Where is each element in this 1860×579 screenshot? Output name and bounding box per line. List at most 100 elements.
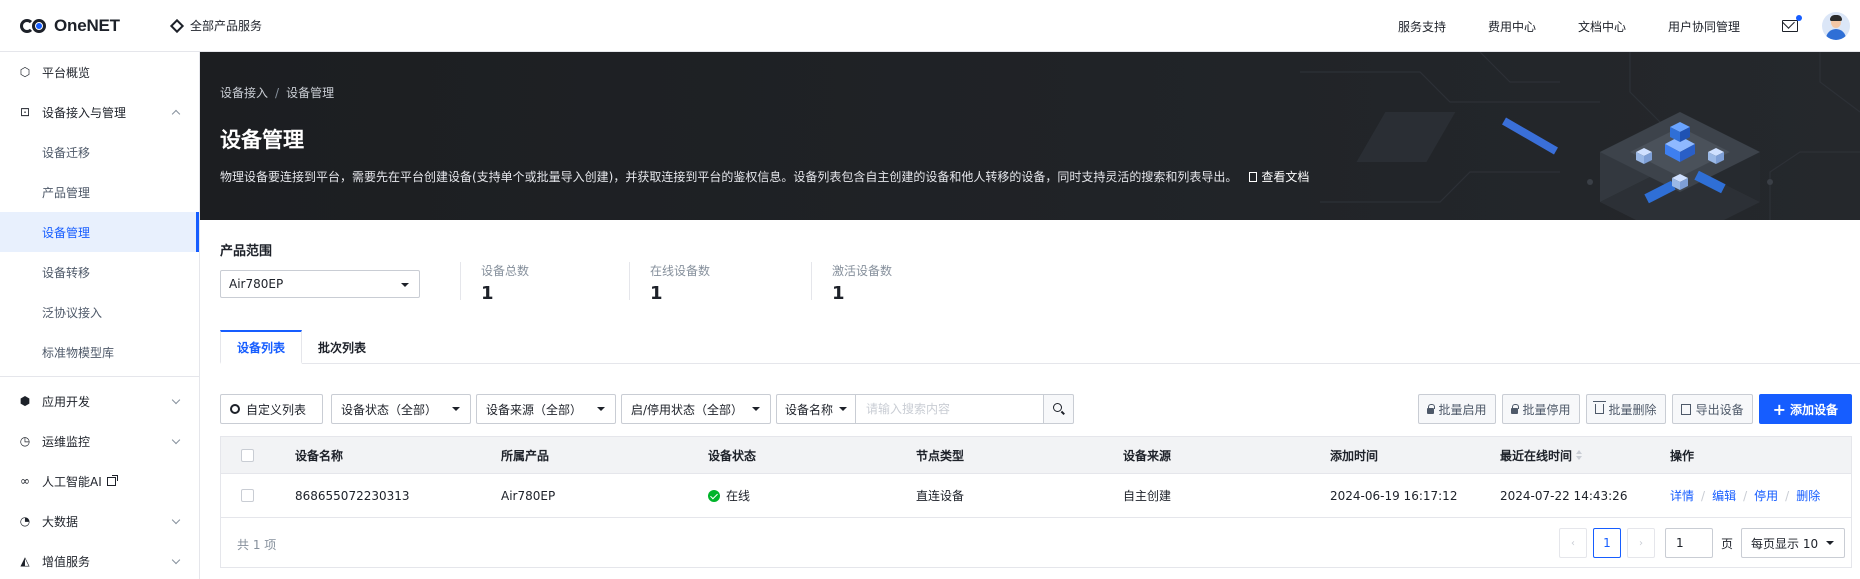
batch-enable-button[interactable]: 批量启用 [1417,394,1496,424]
added-time-cell: 2024-06-19 16:17:12 [1330,488,1458,503]
diamond-icon [169,18,185,33]
export-devices-button[interactable]: 导出设备 [1671,394,1753,424]
column-header: 操作 [1670,448,1695,463]
page-size-select[interactable]: 每页显示 10 [1741,528,1845,558]
operations-cell: 详情 / 编辑 / 停用 / 删除 [1670,474,1820,517]
export-icon [1680,403,1691,415]
column-header: 设备来源 [1123,448,1172,463]
last-online-header[interactable]: 最近在线时间 [1500,437,1583,473]
sidebar-item-generic-protocol[interactable]: 泛协议接入 [0,292,199,332]
nav-service-support[interactable]: 服务支持 [1398,18,1446,35]
prev-page-button[interactable]: ‹ [1558,528,1587,558]
delete-link[interactable]: 删除 [1796,487,1820,504]
bigdata-icon: ◔ [19,514,31,528]
edit-link[interactable]: 编辑 [1712,487,1736,504]
tab-batch-list[interactable]: 批次列表 [302,330,382,364]
sidebar-item-ai[interactable]: ∞ 人工智能AI [0,461,199,501]
select-all-cell [241,437,254,473]
product-scope-select[interactable]: Air780EP [220,270,420,298]
sidebar-item-app-dev[interactable]: ⬢ 应用开发 [0,381,199,421]
description-text: 物理设备要连接到平台，需要先在平台创建设备(支持单个或批量导入创建)，并获取连接… [220,170,1238,184]
sidebar-item-overview[interactable]: ⬡ 平台概览 [0,52,199,92]
tab-device-list[interactable]: 设备列表 [220,330,303,364]
device-access-icon: ⊡ [19,105,31,119]
sidebar-item-product-management[interactable]: 产品管理 [0,172,199,212]
page-description: 物理设备要连接到平台，需要先在平台创建设备(支持单个或批量导入创建)，并获取连接… [220,168,1309,185]
batch-enable-label: 批量启用 [1438,402,1487,417]
disable-link[interactable]: 停用 [1754,487,1778,504]
ai-icon: ∞ [20,474,30,488]
add-device-button[interactable]: + 添加设备 [1758,394,1852,424]
sidebar-divider [0,376,199,377]
column-header: 添加时间 [1330,448,1379,463]
onenet-logo[interactable]: OneNET [20,16,138,36]
select-all-checkbox[interactable] [241,448,254,462]
row-checkbox[interactable] [241,489,254,502]
avatar[interactable] [1822,12,1850,40]
sidebar-item-label: 应用开发 [42,394,91,409]
breadcrumb-current: 设备管理 [286,86,335,100]
view-doc-link[interactable]: 查看文档 [1249,170,1309,184]
mail-icon[interactable] [1782,15,1802,32]
lock-icon [1510,403,1519,414]
column-header: 设备状态 [708,448,757,463]
stat-active-devices: 激活设备数 1 [811,262,892,304]
hero-banner: 设备接入 / 设备管理 设备管理 物理设备要连接到平台，需要先在平台创建设备(支持单… [200,52,1860,220]
next-page-button[interactable]: › [1626,528,1655,558]
enable-status-filter-value: 启/停用状态（全部） [631,402,744,417]
top-nav: 服务支持 费用中心 文档中心 用户协同管理 [1398,0,1860,52]
document-icon [1249,172,1258,182]
notification-dot [1796,15,1802,21]
all-products-menu[interactable]: 全部产品服务 [169,17,262,34]
caret-down-icon [597,407,605,411]
sidebar-item-label: 平台概览 [42,65,91,80]
caret-down-icon [452,407,460,411]
nav-user-collab[interactable]: 用户协同管理 [1668,18,1740,35]
last-online-cell: 2024-07-22 14:43:26 [1500,488,1628,503]
custom-columns-button[interactable]: 自定义列表 [220,394,323,424]
breadcrumb-device-access[interactable]: 设备接入 [220,86,268,100]
stat-online-devices: 在线设备数 1 [629,262,710,304]
sidebar-item-device-migration[interactable]: 设备迁移 [0,132,199,172]
page-button-current[interactable]: 1 [1592,528,1621,558]
detail-link[interactable]: 详情 [1670,487,1694,504]
stat-value: 1 [832,283,845,304]
tab-bar: 设备列表 批次列表 [220,330,1860,364]
sidebar-item-thing-model-library[interactable]: 标准物模型库 [0,332,199,372]
device-status-filter[interactable]: 设备状态（全部） [331,394,471,424]
export-devices-label: 导出设备 [1695,402,1744,417]
nav-doc-center[interactable]: 文档中心 [1578,18,1626,35]
sidebar-item-device-transfer[interactable]: 设备转移 [0,252,199,292]
device-status-filter-value: 设备状态（全部） [341,402,438,417]
sidebar-item-bigdata[interactable]: ◔ 大数据 [0,501,199,541]
op-separator: / [1785,488,1790,503]
op-separator: / [1743,488,1748,503]
search-type-select[interactable]: 设备名称 [776,394,857,424]
op-separator: / [1701,488,1706,503]
column-header: 最近在线时间 [1500,448,1573,463]
trash-icon [1592,401,1606,414]
search-button[interactable] [1044,394,1075,424]
sidebar-item-ops-monitor[interactable]: ◷ 运维监控 [0,421,199,461]
chevron-down-icon [171,515,181,525]
device-source-filter-value: 设备来源（全部） [486,402,583,417]
sidebar-item-device-access[interactable]: ⊡ 设备接入与管理 [0,92,199,132]
caret-down-icon [1826,541,1834,545]
batch-delete-button[interactable]: 批量删除 [1585,394,1666,424]
search-input[interactable] [856,394,1045,424]
device-source-filter[interactable]: 设备来源（全部） [476,394,616,424]
sidebar-item-device-management[interactable]: 设备管理 [0,212,199,252]
batch-disable-button[interactable]: 批量停用 [1501,394,1580,424]
action-buttons: 批量启用 批量停用 批量删除 导出设备 + 添加设备 [1412,394,1852,424]
enable-status-filter[interactable]: 启/停用状态（全部） [621,394,771,424]
sidebar-item-label: 运维监控 [42,434,91,449]
page-jump-input[interactable]: 1 [1664,528,1713,558]
chevron-down-icon [171,435,181,445]
stat-total-devices: 设备总数 1 [460,262,529,304]
sort-icon[interactable] [1576,450,1583,460]
add-device-label: 添加设备 [1789,402,1838,417]
sidebar-item-value-added[interactable]: ◭ 增值服务 [0,541,199,579]
caret-down-icon [839,407,848,411]
nav-billing-center[interactable]: 费用中心 [1488,18,1536,35]
column-header: 设备名称 [295,448,344,463]
